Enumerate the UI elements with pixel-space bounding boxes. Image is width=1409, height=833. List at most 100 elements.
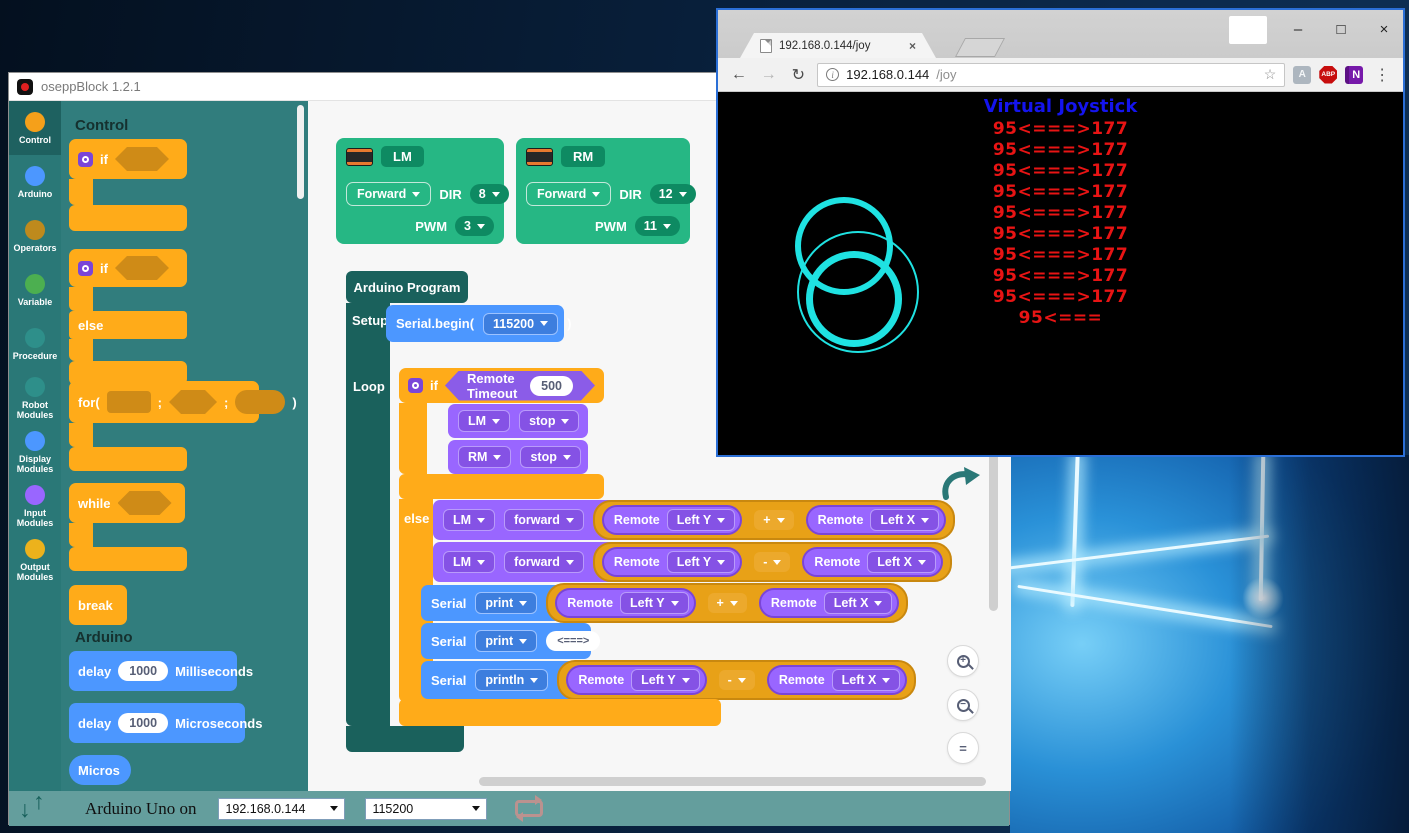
operator-dropdown[interactable]: - xyxy=(754,552,790,572)
remote-value-reporter[interactable]: RemoteLeft Y xyxy=(602,505,742,535)
remote-value-reporter[interactable]: RemoteLeft Y xyxy=(602,547,742,577)
math-expression[interactable]: RemoteLeft Y - RemoteLeft X xyxy=(557,660,916,700)
motor-dropdown[interactable]: LM xyxy=(443,551,495,573)
print-fn-dropdown[interactable]: println xyxy=(475,669,548,691)
zoom-in-button[interactable]: + xyxy=(947,645,979,677)
redo-arrow-icon[interactable] xyxy=(938,463,980,503)
action-dropdown[interactable]: stop xyxy=(520,446,580,468)
sidebar-item-output-modules[interactable]: Output Modules xyxy=(9,533,61,587)
palette-micros-block[interactable]: Micros xyxy=(69,755,131,785)
gear-icon[interactable] xyxy=(78,152,93,167)
serial-println-block[interactable]: Serial println RemoteLeft Y - RemoteLeft… xyxy=(421,661,879,699)
condition-slot[interactable] xyxy=(115,256,169,280)
math-expression[interactable]: RemoteLeft Y + RemoteLeft X xyxy=(546,583,908,623)
serial-begin-block[interactable]: Serial.begin( 115200 ) xyxy=(386,305,564,342)
axis-dropdown[interactable]: Left X xyxy=(870,509,939,531)
axis-dropdown[interactable]: Left Y xyxy=(667,551,736,573)
gear-icon[interactable] xyxy=(78,261,93,276)
separator-text-input[interactable]: <===> xyxy=(546,631,600,651)
condition-slot[interactable] xyxy=(118,491,172,515)
site-info-icon[interactable]: i xyxy=(826,68,839,81)
remote-value-reporter[interactable]: RemoteLeft X xyxy=(759,588,900,618)
axis-dropdown[interactable]: Left Y xyxy=(620,592,689,614)
port-select[interactable]: 192.168.0.144 xyxy=(218,798,345,820)
condition-slot[interactable] xyxy=(115,147,169,171)
remote-value-reporter[interactable]: RemoteLeft X xyxy=(806,505,947,535)
sidebar-item-input-modules[interactable]: Input Modules xyxy=(9,479,61,533)
tab-close-icon[interactable]: × xyxy=(909,39,916,53)
axis-dropdown[interactable]: Left X xyxy=(867,551,936,573)
delay-value-input[interactable]: 1000 xyxy=(118,713,168,733)
reload-button[interactable]: ↻ xyxy=(787,65,809,85)
action-dropdown[interactable]: forward xyxy=(504,509,584,531)
sidebar-item-variable[interactable]: Variable xyxy=(9,263,61,317)
motor-dropdown[interactable]: LM xyxy=(458,410,510,432)
motor-forward-block[interactable]: LM forward RemoteLeft Y - RemoteLeft X xyxy=(433,542,941,582)
motor-dropdown[interactable]: LM xyxy=(443,509,495,531)
lm-motor-block[interactable]: LM Forward DIR 8 PWM 3 xyxy=(336,138,504,244)
serial-print-separator-block[interactable]: Serial print <===> xyxy=(421,623,591,659)
new-tab-button[interactable] xyxy=(955,38,1005,57)
baud-dropdown[interactable]: 115200 xyxy=(483,313,558,335)
sidebar-item-robot-modules[interactable]: Robot Modules xyxy=(9,371,61,425)
sidebar-item-procedure[interactable]: Procedure xyxy=(9,317,61,371)
init-slot[interactable] xyxy=(107,391,151,413)
action-dropdown[interactable]: forward xyxy=(504,551,584,573)
motor-stop-block[interactable]: RM stop xyxy=(448,440,588,474)
print-fn-dropdown[interactable]: print xyxy=(475,592,537,614)
palette-if-block[interactable]: if xyxy=(69,139,187,179)
program-header[interactable]: Arduino Program xyxy=(346,271,468,303)
print-fn-dropdown[interactable]: print xyxy=(475,630,537,652)
joystick-page[interactable]: Virtual Joystick 95<===>177 95<===>177 9… xyxy=(718,92,1403,455)
delay-value-input[interactable]: 1000 xyxy=(118,661,168,681)
operator-dropdown[interactable]: - xyxy=(719,670,755,690)
remote-timeout-condition[interactable]: Remote Timeout 500 xyxy=(445,371,595,401)
browser-menu-icon[interactable]: ⋮ xyxy=(1371,65,1393,85)
timeout-value-input[interactable]: 500 xyxy=(530,376,573,396)
close-button[interactable]: × xyxy=(1369,16,1399,42)
minimize-button[interactable]: – xyxy=(1283,16,1313,42)
palette-scrollbar[interactable] xyxy=(297,105,304,199)
browser-tab[interactable]: 192.168.0.144/joy × xyxy=(740,33,936,58)
repeat-connect-icon[interactable] xyxy=(515,800,543,817)
bookmark-star-icon[interactable]: ☆ xyxy=(1264,66,1277,83)
palette-delay-us-block[interactable]: delay 1000 Microseconds xyxy=(69,703,245,743)
sidebar-item-display-modules[interactable]: Display Modules xyxy=(9,425,61,479)
direction-dropdown[interactable]: Forward xyxy=(526,182,611,206)
baud-select[interactable]: 115200 xyxy=(365,798,487,820)
palette-delay-ms-block[interactable]: delay 1000 Milliseconds xyxy=(69,651,237,691)
direction-dropdown[interactable]: Forward xyxy=(346,182,431,206)
back-button[interactable]: ← xyxy=(728,66,750,84)
axis-dropdown[interactable]: Left X xyxy=(832,669,901,691)
maximize-button[interactable]: □ xyxy=(1326,16,1356,42)
sidebar-item-control[interactable]: Control xyxy=(9,101,61,155)
sidebar-item-operators[interactable]: Operators xyxy=(9,209,61,263)
action-dropdown[interactable]: stop xyxy=(519,410,579,432)
palette-break-block[interactable]: break xyxy=(69,585,127,625)
axis-dropdown[interactable]: Left Y xyxy=(631,669,700,691)
axis-dropdown[interactable]: Left Y xyxy=(667,509,736,531)
serial-print-block[interactable]: Serial print RemoteLeft Y + RemoteLeft X xyxy=(421,585,871,621)
zoom-out-button[interactable]: − xyxy=(947,689,979,721)
pwm-pin-dropdown[interactable]: 3 xyxy=(455,216,494,236)
remote-value-reporter[interactable]: RemoteLeft X xyxy=(802,547,943,577)
joystick-knob-ring[interactable] xyxy=(806,251,902,347)
math-expression[interactable]: RemoteLeft Y - RemoteLeft X xyxy=(593,542,952,582)
step-slot[interactable] xyxy=(235,390,285,414)
palette-while-block[interactable]: while xyxy=(69,483,185,523)
zoom-reset-button[interactable]: = xyxy=(947,732,979,764)
remote-value-reporter[interactable]: RemoteLeft Y xyxy=(555,588,695,618)
motor-forward-block[interactable]: LM forward RemoteLeft Y + RemoteLeft X xyxy=(433,500,941,540)
sidebar-item-arduino[interactable]: Arduino xyxy=(9,155,61,209)
gear-icon[interactable] xyxy=(408,378,423,393)
remote-value-reporter[interactable]: RemoteLeft X xyxy=(767,665,908,695)
pwm-pin-dropdown[interactable]: 11 xyxy=(635,216,680,236)
pdf-extension-icon[interactable]: A xyxy=(1293,66,1311,84)
dir-pin-dropdown[interactable]: 12 xyxy=(650,184,696,204)
remote-value-reporter[interactable]: RemoteLeft Y xyxy=(566,665,706,695)
motor-stop-block[interactable]: LM stop xyxy=(448,404,588,438)
palette-for-block[interactable]: for( ; ; ) xyxy=(69,381,259,423)
palette-ifelse-block[interactable]: if xyxy=(69,249,187,287)
adblock-extension-icon[interactable]: ABP xyxy=(1319,66,1337,84)
forward-button[interactable]: → xyxy=(758,66,780,84)
